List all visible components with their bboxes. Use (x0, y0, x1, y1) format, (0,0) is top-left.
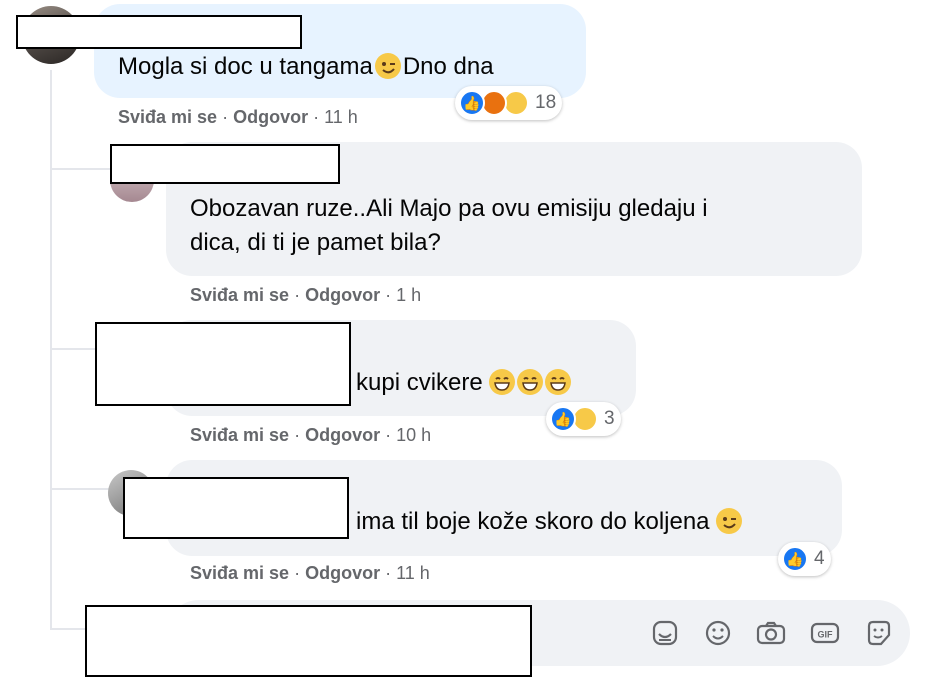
timestamp[interactable]: 11 h (324, 107, 358, 127)
redacted-author (16, 15, 302, 49)
grin-emoji-icon (545, 369, 572, 395)
timestamp[interactable]: 11 h (396, 563, 430, 583)
thread-line (50, 70, 52, 630)
redacted-composer-area (85, 605, 532, 677)
sticker-icon[interactable] (648, 616, 682, 650)
camera-icon[interactable] (754, 616, 788, 650)
timestamp[interactable]: 1 h (396, 285, 421, 305)
reactions-summary[interactable]: 👍 4 (778, 542, 831, 576)
comment-text: dica, di ti je pamet bila? (190, 229, 441, 256)
comment-actions: Sviđa mi se · Odgovor · 1 h (190, 285, 422, 305)
grin-emoji-icon (517, 369, 544, 395)
timestamp[interactable]: 10 h (396, 425, 431, 445)
redacted-author (123, 477, 349, 539)
comment-text: Mogla si doc u tangama Dno dna (118, 53, 494, 80)
comment-actions: Sviđa mi se · Odgovor · 11 h (118, 107, 358, 127)
comment-actions: Sviđa mi se · Odgovor · 10 h (190, 425, 432, 445)
reaction-count: 3 (604, 408, 615, 429)
redacted-author (95, 322, 351, 406)
like-link[interactable]: Sviđa mi se (190, 563, 289, 583)
reply-link[interactable]: Odgovor (305, 425, 380, 445)
comment-text: kupi cvikere (356, 366, 572, 400)
reaction-count: 18 (535, 92, 557, 113)
comment-actions: Sviđa mi se · Odgovor · 11 h (190, 563, 430, 583)
like-link[interactable]: Sviđa mi se (118, 107, 217, 127)
thread-branch (50, 168, 110, 170)
thread-branch (50, 488, 110, 490)
reactions-summary[interactable]: 👍 3 (546, 402, 621, 436)
like-icon: 👍 (550, 406, 576, 432)
like-link[interactable]: Sviđa mi se (190, 285, 289, 305)
redacted-author (110, 144, 340, 184)
wink-emoji-icon (716, 508, 743, 534)
gif-icon[interactable]: GIF (808, 616, 842, 650)
emoji-icon[interactable] (701, 616, 735, 650)
reaction-count: 4 (814, 548, 825, 569)
grin-emoji-icon (489, 369, 516, 395)
reactions-summary[interactable]: 👍 18 (455, 86, 563, 120)
like-icon: 👍 (459, 90, 485, 116)
like-link[interactable]: Sviđa mi se (190, 425, 289, 445)
comment-text: ima til boje kože skoro do koljena (356, 505, 743, 539)
reply-link[interactable]: Odgovor (233, 107, 308, 127)
wink-emoji-icon (374, 53, 401, 79)
reply-link[interactable]: Odgovor (305, 285, 380, 305)
reply-link[interactable]: Odgovor (305, 563, 380, 583)
svg-text:GIF: GIF (818, 630, 834, 640)
sticker-alt-icon[interactable] (862, 616, 896, 650)
like-icon: 👍 (782, 546, 808, 572)
comment-text: Obozavan ruze..Ali Majo pa ovu emisiju g… (190, 195, 708, 222)
